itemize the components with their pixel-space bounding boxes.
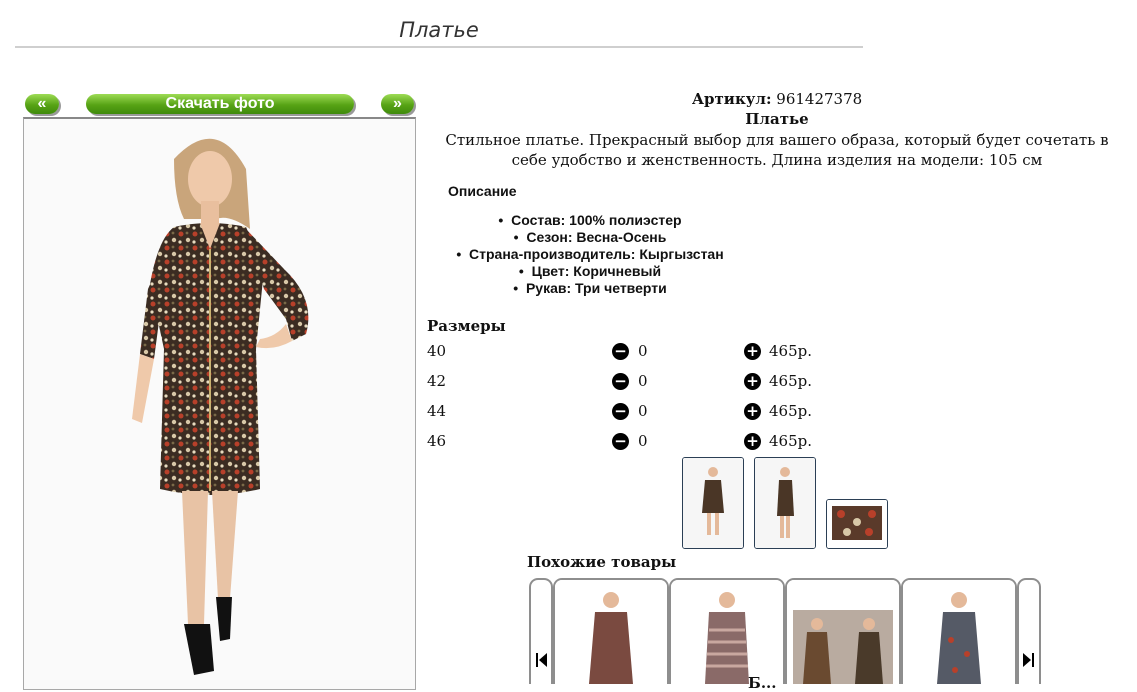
thumbnail-photo[interactable] <box>826 499 888 549</box>
main-product-photo[interactable] <box>23 117 416 690</box>
thumbnail-dress-front-image <box>683 458 743 548</box>
thumbnail-fabric-closeup-image <box>827 500 887 548</box>
attribute-item: Сезон: Весна-Осень <box>440 229 740 246</box>
attribute-item: Состав: 100% полиэстер <box>440 212 740 229</box>
minus-circle-icon[interactable]: − <box>612 373 629 390</box>
product-name: Платье <box>745 110 809 128</box>
product-description: Стильное платье. Прекрасный выбор для ва… <box>445 131 1109 169</box>
carousel-prev-button[interactable] <box>529 578 553 684</box>
attributes-list: Состав: 100% полиэстер Сезон: Весна-Осен… <box>440 212 740 297</box>
skip-back-icon <box>536 653 547 667</box>
carousel-next-button[interactable] <box>1017 578 1041 684</box>
minus-circle-icon[interactable]: − <box>612 403 629 420</box>
download-photo-button[interactable]: Скачать фото <box>86 94 354 114</box>
thumbnail-photo[interactable] <box>754 457 816 549</box>
page-title: Платье <box>399 18 479 42</box>
next-photo-button[interactable]: » <box>381 94 414 114</box>
similar-product-image <box>671 580 783 684</box>
size-label: 46 <box>427 432 447 450</box>
size-row: 42 − 0 + 465р. <box>427 372 827 394</box>
article-line: Артикул: 961427378 <box>427 90 1127 108</box>
attribute-item: Цвет: Коричневый <box>440 263 740 280</box>
model-in-dress-illustration <box>24 119 415 689</box>
price-value: 465р. <box>769 432 813 450</box>
minus-circle-icon[interactable]: − <box>612 433 629 450</box>
plus-circle-icon[interactable]: + <box>744 343 761 360</box>
title-divider <box>15 46 863 48</box>
size-label: 44 <box>427 402 447 420</box>
plus-circle-icon[interactable]: + <box>744 373 761 390</box>
plus-circle-icon[interactable]: + <box>744 403 761 420</box>
size-row: 44 − 0 + 465р. <box>427 402 827 424</box>
quantity-value: 0 <box>638 402 648 420</box>
quantity-value: 0 <box>638 372 648 390</box>
attribute-item: Рукав: Три четверти <box>440 280 740 297</box>
price-value: 465р. <box>769 342 813 360</box>
similar-product-image <box>555 580 667 684</box>
prev-photo-button[interactable]: « <box>25 94 59 114</box>
similar-product-card[interactable] <box>785 578 901 684</box>
attribute-item: Страна-производитель: Кыргызстан <box>440 246 740 263</box>
size-row: 46 − 0 + 465р. <box>427 432 827 454</box>
similar-heading: Похожие товары <box>527 553 677 571</box>
size-label: 42 <box>427 372 447 390</box>
similar-product-card[interactable] <box>669 578 785 684</box>
thumbnail-photo[interactable] <box>682 457 744 549</box>
quantity-value: 0 <box>638 432 648 450</box>
size-label: 40 <box>427 342 447 360</box>
similar-product-card[interactable] <box>553 578 669 684</box>
skip-forward-icon <box>1023 653 1034 667</box>
similar-product-caption: Б... <box>748 674 777 692</box>
price-value: 465р. <box>769 372 813 390</box>
size-row: 40 − 0 + 465р. <box>427 342 827 364</box>
minus-circle-icon[interactable]: − <box>612 343 629 360</box>
plus-circle-icon[interactable]: + <box>744 433 761 450</box>
thumbnail-dress-side-image <box>755 458 815 548</box>
article-label: Артикул: <box>691 90 772 108</box>
quantity-value: 0 <box>638 342 648 360</box>
details-heading: Описание <box>448 183 517 199</box>
article-value: 961427378 <box>776 90 863 108</box>
sizes-heading: Размеры <box>427 317 506 335</box>
similar-product-card[interactable] <box>901 578 1017 684</box>
similar-product-image <box>903 580 1015 684</box>
similar-product-image <box>787 580 899 684</box>
price-value: 465р. <box>769 402 813 420</box>
